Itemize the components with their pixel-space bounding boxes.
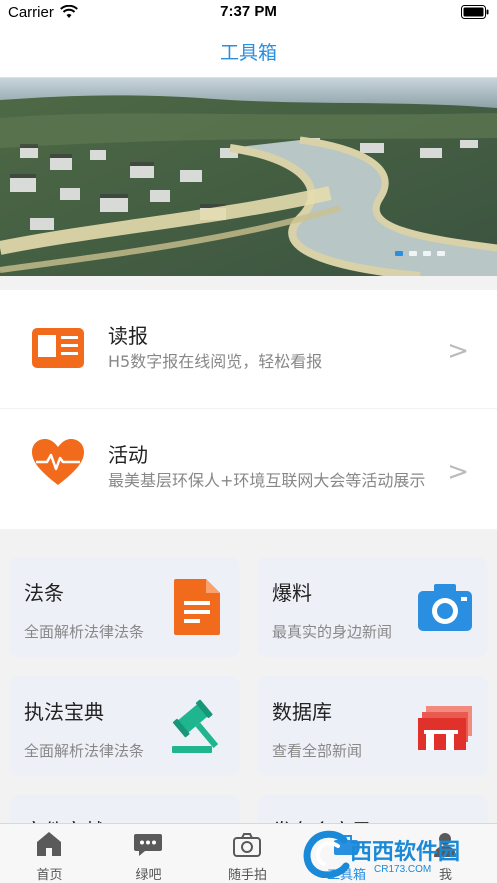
battery-icon [461, 5, 489, 19]
tile-subtitle: 全面解析法律法条 [24, 742, 145, 760]
tile-title: 数据库 [272, 700, 332, 724]
newspaper-icon [32, 328, 84, 368]
tile-subtitle: 全面解析法律法条 [24, 623, 145, 641]
tab-green-bar[interactable]: 绿吧 [99, 824, 198, 883]
page-title: 工具箱 [219, 42, 277, 64]
carousel-dot[interactable] [423, 251, 431, 256]
tile-subtitle: 查看全部新闻 [272, 742, 363, 760]
list-item-subtitle: H5数字报在线阅览，轻松看报 [108, 352, 323, 371]
list-item-subtitle: 最美基层环保人+环境互联网大会等活动展示 [108, 471, 426, 490]
tile-title: 执法宝典 [24, 700, 104, 724]
gavel-icon [172, 699, 219, 753]
chevron-right-icon: > [447, 457, 469, 487]
status-time: 7:37 PM [220, 3, 277, 20]
tab-home[interactable]: 首页 [0, 824, 99, 883]
tile-tip-off[interactable]: 爆料 最真实的身边新闻 [257, 557, 488, 657]
list-item-title: 活动 [108, 443, 148, 467]
document-icon [174, 579, 220, 635]
tab-snapshot[interactable]: 随手拍 [198, 824, 297, 883]
chat-icon [134, 834, 162, 856]
carousel-dot[interactable] [409, 251, 417, 256]
watermark-subtext: CR173.COM [374, 864, 432, 875]
home-icon [37, 832, 61, 856]
list-item-read-paper[interactable]: 读报 H5数字报在线阅览，轻松看报 > [0, 290, 497, 408]
watermark-text: 西西软件园 [350, 840, 461, 865]
nav-bar: 工具箱 [0, 24, 497, 78]
heartbeat-icon [32, 439, 84, 485]
tile-title: 爆料 [272, 581, 312, 605]
carousel-dot[interactable] [437, 251, 445, 256]
tab-label: 随手拍 [227, 868, 267, 883]
tile-legal-articles[interactable]: 法条 全面解析法律法条 [9, 557, 240, 657]
list-item-activity[interactable]: 活动 最美基层环保人+环境互联网大会等活动展示 > [0, 409, 497, 529]
tile-subtitle: 最真实的身边新闻 [272, 623, 393, 641]
tile-enforcement-guide[interactable]: 执法宝典 全面解析法律法条 [9, 676, 240, 776]
banner-carousel[interactable] [0, 78, 497, 276]
camera-icon [418, 584, 472, 631]
carousel-dot[interactable] [395, 251, 403, 256]
camera-tab-icon [233, 833, 261, 857]
status-bar: Carrier 7:37 PM [0, 0, 497, 24]
tab-label: 绿吧 [135, 868, 162, 883]
watermark-logo: 西西软件园 CR173.COM [300, 828, 496, 880]
tile-title: 法条 [24, 581, 64, 605]
watermark-c-icon [303, 830, 350, 878]
tab-label: 首页 [36, 868, 63, 883]
list-item-title: 读报 [108, 324, 148, 348]
carousel-dots [395, 251, 445, 256]
database-icon [418, 706, 472, 750]
banner-image [0, 78, 497, 276]
chevron-right-icon: > [447, 336, 469, 366]
tile-database[interactable]: 数据库 查看全部新闻 [257, 676, 488, 776]
